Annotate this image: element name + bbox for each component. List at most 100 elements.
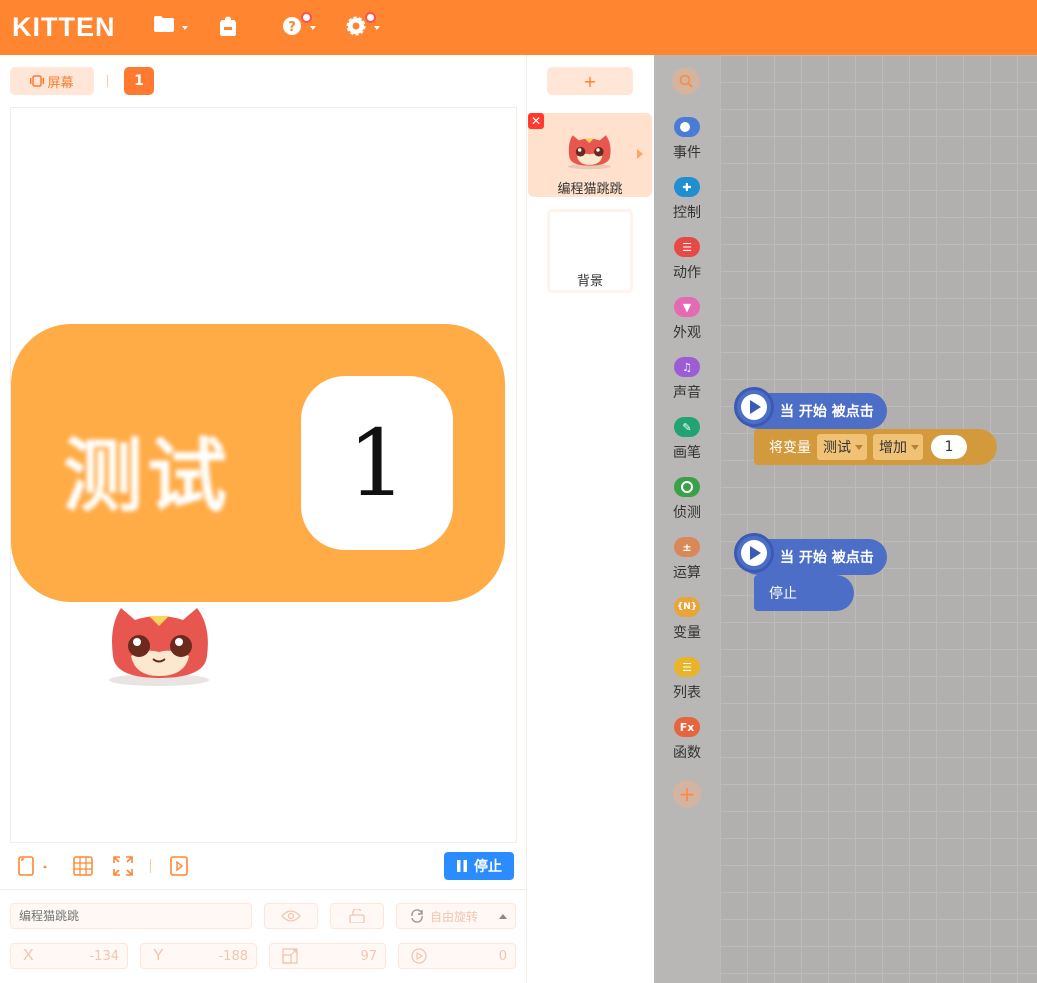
category-label: 控制 <box>673 205 701 221</box>
screen-button-label: 屏幕 <box>47 75 74 91</box>
eye-icon <box>281 910 301 922</box>
add-sprite-button[interactable]: + <box>547 67 633 95</box>
pen-icon: ✎ <box>674 417 700 437</box>
stop-button[interactable]: 停止 <box>444 852 514 880</box>
svg-text:?: ? <box>288 20 296 35</box>
rotation-mode-label: 自由旋转 <box>430 909 479 924</box>
chevron-down-icon <box>855 444 863 450</box>
operators-icon: ± <box>674 537 700 557</box>
category-sound[interactable]: ♫ 声音 <box>654 357 720 402</box>
stop-button-label: 停止 <box>474 859 502 875</box>
sprite-card-label: 编程猫跳跳 <box>557 182 623 197</box>
play-icon <box>734 533 774 573</box>
size-value: 97 <box>360 948 377 964</box>
music-icon: ♫ <box>674 357 700 377</box>
category-label: 声音 <box>673 385 701 401</box>
category-lists[interactable]: ☰ 列表 <box>654 657 720 702</box>
app-logo[interactable]: KITTEN <box>12 12 116 43</box>
category-operators[interactable]: ± 运算 <box>654 537 720 582</box>
variable-dropdown[interactable]: 测试 <box>817 434 867 460</box>
cat-thumbnail <box>567 135 612 170</box>
size-field[interactable]: 97 <box>269 943 386 969</box>
chevron-up-icon <box>499 913 507 919</box>
divider <box>0 889 526 890</box>
direction-field[interactable]: 0 <box>398 943 516 969</box>
folder-icon[interactable] <box>154 16 188 40</box>
category-label: 事件 <box>673 145 701 161</box>
category-label: 变量 <box>673 625 701 641</box>
category-pen[interactable]: ✎ 画笔 <box>654 417 720 462</box>
function-icon: Fx <box>674 717 700 737</box>
help-icon[interactable]: ? <box>282 12 316 40</box>
screen-icon <box>30 75 45 87</box>
direction-icon <box>411 948 427 964</box>
operation-dropdown[interactable]: 增加 <box>873 434 923 460</box>
visibility-toggle[interactable] <box>264 903 318 929</box>
unlock-icon <box>349 909 365 923</box>
add-extension-button[interactable]: + <box>673 780 701 808</box>
variables-icon: {N} <box>674 597 700 617</box>
stage-size-icon[interactable] <box>18 856 47 876</box>
y-value: -188 <box>218 948 248 964</box>
category-label: 侦测 <box>673 505 701 521</box>
play-icon <box>734 387 774 427</box>
sensing-icon <box>674 477 700 497</box>
resize-icon <box>282 948 298 964</box>
category-variables[interactable]: {N} 变量 <box>654 597 720 642</box>
category-sensing[interactable]: 侦测 <box>654 477 720 522</box>
chevron-down-icon <box>911 444 919 450</box>
stop-block[interactable]: 停止 <box>754 575 854 611</box>
sprite-name-input[interactable] <box>10 903 252 929</box>
gamepad-icon: ✚ <box>674 177 700 197</box>
lock-toggle[interactable] <box>330 903 384 929</box>
search-icon <box>679 74 693 88</box>
category-label: 运算 <box>673 565 701 581</box>
rotation-mode-select[interactable]: 自由旋转 <box>396 903 516 929</box>
direction-value: 0 <box>498 948 507 964</box>
category-control[interactable]: ✚ 控制 <box>654 177 720 222</box>
fullscreen-icon[interactable] <box>113 856 135 876</box>
scene-number-badge[interactable]: 1 <box>124 67 154 95</box>
divider <box>526 55 527 983</box>
stage-canvas[interactable]: 测试 1 <box>10 107 517 843</box>
motion-icon: ☰ <box>674 237 700 257</box>
value-input[interactable]: 1 <box>931 435 967 459</box>
settings-icon[interactable] <box>346 12 380 40</box>
code-workspace[interactable] <box>720 55 1037 983</box>
category-functions[interactable]: Fx 函数 <box>654 717 720 762</box>
var-block-prefix: 将变量 <box>769 440 811 456</box>
events-icon <box>674 117 700 137</box>
expand-arrow-icon[interactable] <box>637 149 643 159</box>
category-motion[interactable]: ☰ 动作 <box>654 237 720 282</box>
variable-monitor-value: 1 <box>301 376 453 550</box>
list-icon: ☰ <box>674 657 700 677</box>
pause-icon <box>457 860 467 872</box>
category-looks[interactable]: ▼ 外观 <box>654 297 720 342</box>
hat-block-label: 当 开始 被点击 <box>780 550 874 566</box>
backpack-icon[interactable] <box>218 16 246 40</box>
category-label: 列表 <box>673 685 701 701</box>
screen-button[interactable]: 屏幕 <box>10 67 94 95</box>
variable-monitor[interactable]: 测试 1 <box>11 324 505 602</box>
x-value: -134 <box>89 948 119 964</box>
category-label: 函数 <box>673 745 701 761</box>
category-label: 动作 <box>673 265 701 281</box>
change-variable-block[interactable]: 将变量 测试 增加 1 <box>754 429 997 465</box>
cat-sprite[interactable] <box>101 596 225 688</box>
hat-block-label: 当 开始 被点击 <box>780 404 874 420</box>
y-position-field[interactable]: Y -188 <box>140 943 257 969</box>
shirt-icon: ▼ <box>674 297 700 317</box>
variable-monitor-name: 测试 <box>63 430 231 523</box>
delete-sprite-icon[interactable]: ✕ <box>528 113 544 129</box>
variable-dropdown-value: 测试 <box>823 440 851 456</box>
grid-icon[interactable] <box>73 856 95 876</box>
x-position-field[interactable]: X -134 <box>10 943 128 969</box>
divider <box>150 859 151 873</box>
category-events[interactable]: 事件 <box>654 117 720 162</box>
divider <box>107 75 108 87</box>
search-blocks-button[interactable] <box>672 67 700 95</box>
category-label: 画笔 <box>673 445 701 461</box>
operation-dropdown-value: 增加 <box>879 440 907 456</box>
y-label: Y <box>153 947 164 964</box>
play-preview-icon[interactable] <box>169 856 191 876</box>
